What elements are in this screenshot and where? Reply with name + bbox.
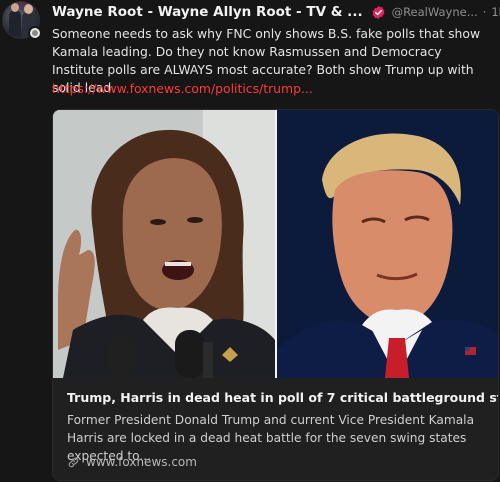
card-title[interactable]: Trump, Harris in dead heat in poll of 7 …: [67, 390, 498, 405]
card-domain-text: www.foxnews.com: [86, 455, 197, 469]
avatar-status-icon: [28, 26, 42, 40]
avatar-flag-shape: [3, 2, 39, 10]
post-link[interactable]: https://www.foxnews.com/politics/trump..…: [52, 81, 313, 96]
preview-image: [53, 110, 498, 378]
link-chain-icon: [68, 457, 79, 467]
verified-badge-icon: [372, 5, 385, 19]
avatar-figure: [9, 3, 21, 36]
author-name[interactable]: Wayne Root - Wayne Allyn Root - TV & ...: [52, 4, 363, 20]
post-header: Wayne Root - Wayne Allyn Root - TV & ...…: [52, 3, 500, 21]
preview-image-left: [53, 110, 275, 378]
separator-dot: ·: [482, 5, 487, 19]
link-preview-card[interactable]: Trump, Harris in dead heat in poll of 7 …: [52, 109, 499, 481]
preview-image-right: [277, 110, 498, 378]
author-handle[interactable]: @RealWayne...: [392, 5, 478, 19]
post-timestamp[interactable]: 1h: [491, 5, 500, 19]
card-domain[interactable]: www.foxnews.com: [67, 455, 197, 469]
